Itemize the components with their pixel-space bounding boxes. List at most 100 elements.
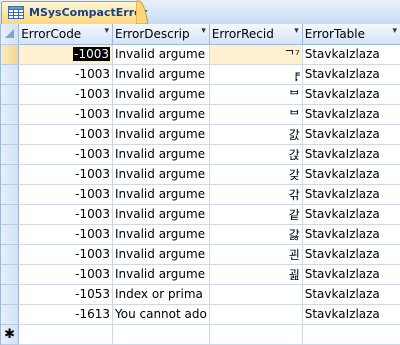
errortable-cell[interactable]: StavkaIzlaza xyxy=(302,224,400,245)
errorrecid-cell[interactable] xyxy=(209,304,303,325)
record-selector[interactable] xyxy=(1,164,20,185)
errortable-cell[interactable]: StavkaIzlaza xyxy=(302,204,400,225)
select-all-button[interactable] xyxy=(1,24,20,45)
column-header-label: ErrorRecid xyxy=(211,26,274,41)
errorcode-cell[interactable]: -1003 xyxy=(18,144,113,165)
record-selector[interactable] xyxy=(1,204,20,225)
errorcode-cell[interactable] xyxy=(18,324,113,345)
errortable-cell[interactable]: StavkaIzlaza xyxy=(302,244,400,265)
errordescription-cell[interactable]: Invalid argume xyxy=(112,44,210,65)
errordescription-cell[interactable]: Invalid argume xyxy=(112,84,210,105)
errortable-cell[interactable] xyxy=(302,324,400,345)
errortable-cell[interactable]: StavkaIzlaza xyxy=(302,44,400,65)
table-icon xyxy=(8,6,24,19)
errorcode-cell[interactable]: -1003 xyxy=(18,84,113,105)
errordescription-cell[interactable] xyxy=(112,324,210,345)
sort-filter-dropdown-icon[interactable]: ▾ xyxy=(294,26,299,36)
errorcode-cell[interactable]: -1003 xyxy=(18,164,113,185)
record-selector[interactable] xyxy=(1,84,20,105)
errortable-cell[interactable]: StavkaIzlaza xyxy=(302,284,400,305)
table-row: -1003 Invalid argume 굂 StavkaIzlaza xyxy=(1,264,400,285)
errortable-cell[interactable]: StavkaIzlaza xyxy=(302,144,400,165)
errorcode-cell[interactable]: -1003 xyxy=(18,224,113,245)
tab-title: MSysCompactError xyxy=(29,6,148,19)
sort-filter-dropdown-icon[interactable]: ▾ xyxy=(392,26,397,36)
errorcode-cell[interactable]: -1613 xyxy=(18,304,113,325)
sort-filter-dropdown-icon[interactable]: ▾ xyxy=(104,26,109,36)
errordescription-cell[interactable]: Invalid argume xyxy=(112,124,210,145)
errorcode-cell[interactable]: -1003 xyxy=(18,264,113,285)
table-row: -1003 Invalid argume ᄀ⁷ StavkaIzlaza xyxy=(1,44,400,65)
table-row: -1003 Invalid argume 갏 StavkaIzlaza xyxy=(1,224,400,245)
record-selector[interactable] xyxy=(1,244,20,265)
errorrecid-cell[interactable]: ᄇ xyxy=(209,104,303,125)
document-tab-msyscompacterror[interactable]: MSysCompactError xyxy=(1,1,147,24)
errordescription-cell[interactable]: Invalid argume xyxy=(112,64,210,85)
errortable-cell[interactable]: StavkaIzlaza xyxy=(302,164,400,185)
errortable-cell[interactable]: StavkaIzlaza xyxy=(302,304,400,325)
errorcode-cell[interactable]: -1003 xyxy=(18,44,113,65)
column-header-row: ErrorCode ▾ ErrorDescrip ▾ ErrorRecid ▾ … xyxy=(1,24,400,45)
record-selector[interactable] xyxy=(1,44,20,65)
select-all-icon xyxy=(5,29,14,38)
errorcode-cell[interactable]: -1003 xyxy=(18,244,113,265)
errorrecid-cell[interactable]: 괸 xyxy=(209,244,303,265)
column-header-errorcode[interactable]: ErrorCode ▾ xyxy=(18,24,113,45)
errorrecid-cell[interactable]: 같 xyxy=(209,204,303,225)
errordescription-cell[interactable]: Invalid argume xyxy=(112,184,210,205)
errorrecid-cell[interactable]: ╒̣ xyxy=(209,64,303,85)
column-header-errordescription[interactable]: ErrorDescrip ▾ xyxy=(112,24,210,45)
errordescription-cell[interactable]: You cannot ado xyxy=(112,304,210,325)
errorrecid-cell[interactable]: 갏 xyxy=(209,224,303,245)
record-selector[interactable] xyxy=(1,284,20,305)
errorrecid-cell[interactable]: 갖 xyxy=(209,164,303,185)
table-row: -1003 Invalid argume 갂 StavkaIzlaza xyxy=(1,184,400,205)
record-selector[interactable] xyxy=(1,224,20,245)
errorrecid-cell[interactable]: ᄇ xyxy=(209,84,303,105)
record-selector[interactable] xyxy=(1,124,20,145)
table-row: -1003 Invalid argume 갖 StavkaIzlaza xyxy=(1,164,400,185)
errorcode-cell[interactable]: -1003 xyxy=(18,64,113,85)
errordescription-cell[interactable]: Invalid argume xyxy=(112,244,210,265)
record-selector[interactable] xyxy=(1,264,20,285)
column-header-label: ErrorCode xyxy=(21,26,82,41)
record-selector[interactable] xyxy=(1,144,20,165)
errortable-cell[interactable]: StavkaIzlaza xyxy=(302,64,400,85)
errorcode-cell[interactable]: -1003 xyxy=(18,124,113,145)
new-record-row: ✱ xyxy=(1,324,400,345)
errortable-cell[interactable]: StavkaIzlaza xyxy=(302,184,400,205)
datasheet-grid: ErrorCode ▾ ErrorDescrip ▾ ErrorRecid ▾ … xyxy=(0,24,400,345)
errorrecid-cell[interactable]: 갅 xyxy=(209,144,303,165)
errortable-cell[interactable]: StavkaIzlaza xyxy=(302,124,400,145)
record-selector[interactable] xyxy=(1,64,20,85)
errorcode-cell[interactable]: -1003 xyxy=(18,184,113,205)
errortable-cell[interactable]: StavkaIzlaza xyxy=(302,104,400,125)
errordescription-cell[interactable]: Invalid argume xyxy=(112,164,210,185)
errordescription-cell[interactable]: Invalid argume xyxy=(112,144,210,165)
errordescription-cell[interactable]: Index or prima xyxy=(112,284,210,305)
record-selector[interactable] xyxy=(1,304,20,325)
new-record-icon[interactable]: ✱ xyxy=(1,324,20,345)
errorcode-cell[interactable]: -1003 xyxy=(18,204,113,225)
errordescription-cell[interactable]: Invalid argume xyxy=(112,104,210,125)
errorrecid-cell[interactable]: 갂 xyxy=(209,184,303,205)
errorcode-cell[interactable]: -1003 xyxy=(18,104,113,125)
errortable-cell[interactable]: StavkaIzlaza xyxy=(302,84,400,105)
errordescription-cell[interactable]: Invalid argume xyxy=(112,204,210,225)
errordescription-cell[interactable]: Invalid argume xyxy=(112,224,210,245)
table-row: -1613 You cannot ado StavkaIzlaza xyxy=(1,304,400,325)
errorrecid-cell[interactable]: ᄀ⁷ xyxy=(209,44,303,65)
errorrecid-cell[interactable]: 갌 xyxy=(209,124,303,145)
column-header-label: ErrorDescrip xyxy=(115,26,190,41)
errordescription-cell[interactable]: Invalid argume xyxy=(112,264,210,285)
errorrecid-cell[interactable] xyxy=(209,324,303,345)
column-header-errorrecid[interactable]: ErrorRecid ▾ xyxy=(209,24,303,45)
errorrecid-cell[interactable]: 굂 xyxy=(209,264,303,285)
record-selector[interactable] xyxy=(1,184,20,205)
errorcode-cell[interactable]: -1053 xyxy=(18,284,113,305)
errorrecid-cell[interactable] xyxy=(209,284,303,305)
errortable-cell[interactable]: StavkaIzlaza xyxy=(302,264,400,285)
column-header-errortable[interactable]: ErrorTable ▾ xyxy=(302,24,400,45)
record-selector[interactable] xyxy=(1,104,20,125)
sort-filter-dropdown-icon[interactable]: ▾ xyxy=(201,26,206,36)
